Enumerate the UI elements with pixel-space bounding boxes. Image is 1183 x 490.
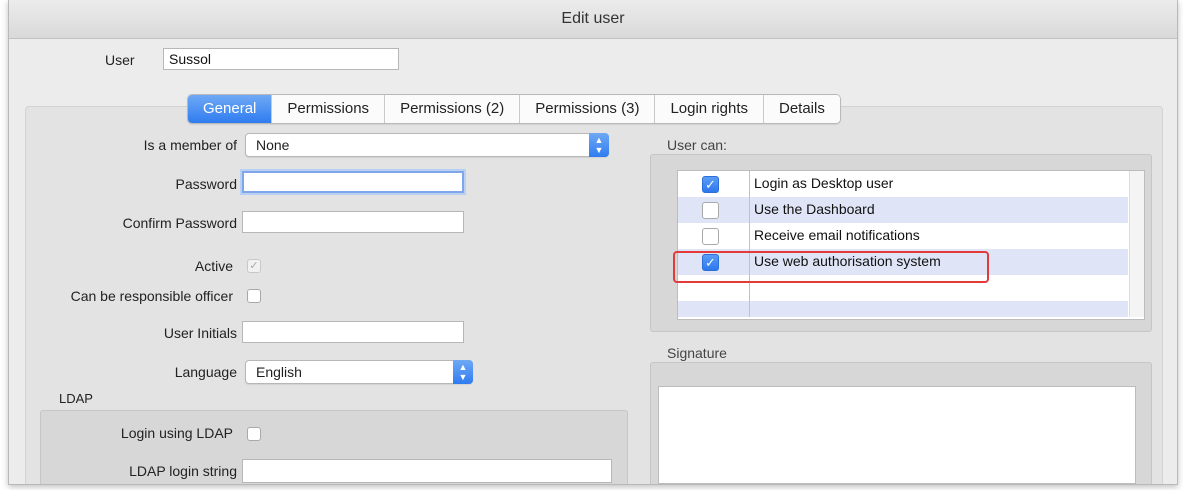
highlight-box	[673, 251, 989, 283]
responsible-officer-label: Can be responsible officer	[70, 288, 233, 304]
confirm-password-label: Confirm Password	[122, 215, 237, 231]
tab-permissions-3[interactable]: Permissions (3)	[520, 95, 656, 123]
select-arrows-icon: ▲ ▼	[453, 360, 473, 384]
user-label: User	[105, 52, 135, 68]
email-notifications-checkbox[interactable]	[702, 228, 719, 245]
empty-row	[678, 301, 1128, 317]
tab-permissions-2[interactable]: Permissions (2)	[385, 95, 521, 123]
login-desktop-checkbox[interactable]: ✓	[702, 176, 719, 193]
password-label: Password	[175, 176, 237, 192]
user-initials-label: User Initials	[163, 325, 237, 341]
window-title: Edit user	[561, 10, 625, 27]
title-bar: Edit user	[9, 0, 1177, 39]
user-input[interactable]: Sussol	[163, 48, 399, 70]
member-select[interactable]: None ▲ ▼	[245, 133, 609, 157]
responsible-officer-checkbox[interactable]	[247, 289, 261, 303]
tab-permissions[interactable]: Permissions	[272, 95, 386, 123]
list-item[interactable]: Receive email notifications	[678, 223, 1128, 249]
list-item-label: Receive email notifications	[754, 227, 920, 243]
user-initials-input[interactable]	[242, 321, 464, 343]
active-checkbox[interactable]: ✓	[247, 259, 261, 273]
ldap-login-label: Login using LDAP	[120, 425, 233, 441]
tab-login-rights[interactable]: Login rights	[655, 95, 764, 123]
ldap-login-string-label: LDAP login string	[129, 463, 237, 479]
language-label: Language	[174, 364, 237, 380]
member-select-value: None	[256, 137, 290, 153]
list-item[interactable]: Use the Dashboard	[678, 197, 1128, 223]
signature-title: Signature	[667, 345, 727, 361]
edit-user-window: Edit user User Sussol General Permission…	[8, 0, 1178, 485]
ldap-login-string-input[interactable]	[242, 459, 612, 483]
language-select-value: English	[256, 364, 302, 380]
password-input[interactable]	[242, 171, 464, 193]
signature-area[interactable]	[658, 386, 1136, 484]
ldap-group-title: LDAP	[59, 391, 93, 406]
select-arrows-icon: ▲ ▼	[589, 133, 609, 157]
column-divider	[749, 171, 750, 317]
active-label: Active	[194, 258, 233, 274]
ldap-login-checkbox[interactable]	[247, 427, 261, 441]
tab-general[interactable]: General	[188, 95, 273, 123]
language-select[interactable]: English ▲ ▼	[245, 360, 473, 384]
list-scrollbar[interactable]	[1129, 171, 1144, 317]
user-can-title: User can:	[667, 137, 727, 153]
user-can-list: ✓ Login as Desktop user Use the Dashboar…	[677, 170, 1145, 320]
tab-details[interactable]: Details	[764, 95, 840, 123]
confirm-password-input[interactable]	[242, 211, 464, 233]
member-label: Is a member of	[143, 137, 237, 153]
use-dashboard-checkbox[interactable]	[702, 202, 719, 219]
tab-bar: General Permissions Permissions (2) Perm…	[187, 94, 841, 124]
list-item-label: Login as Desktop user	[754, 175, 894, 191]
list-item-label: Use the Dashboard	[754, 201, 875, 217]
list-item[interactable]: ✓ Login as Desktop user	[678, 171, 1128, 197]
